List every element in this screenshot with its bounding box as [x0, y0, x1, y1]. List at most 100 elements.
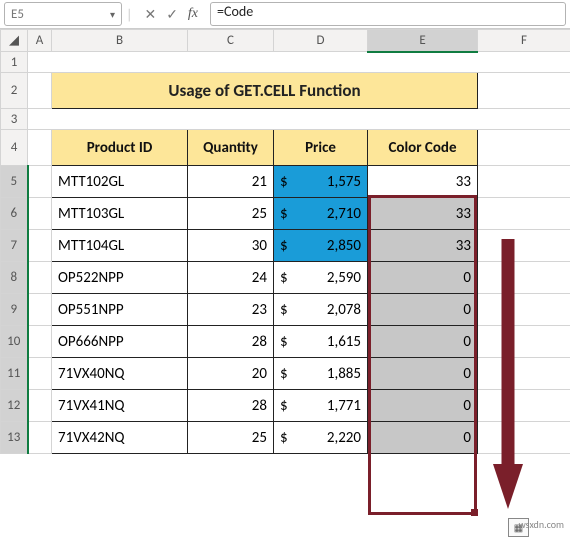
select-all-corner[interactable]: ◢ [1, 30, 28, 52]
color-code-cell[interactable]: 33 [368, 198, 478, 230]
cell[interactable] [478, 294, 570, 326]
price-cell[interactable]: $1,885 [274, 358, 368, 390]
cell[interactable] [478, 326, 570, 358]
watermark: wsxdn.com [519, 518, 564, 531]
price-cell[interactable]: $2,078 [274, 294, 368, 326]
cell[interactable] [28, 52, 570, 73]
price-cell[interactable]: $2,850 [274, 230, 368, 262]
row-header[interactable]: 7 [1, 230, 28, 262]
fill-handle[interactable] [471, 509, 478, 516]
cell[interactable] [478, 358, 570, 390]
price-cell[interactable]: $2,220 [274, 422, 368, 454]
cell[interactable] [28, 198, 52, 230]
price-value: 2,590 [327, 269, 361, 287]
cell[interactable] [28, 422, 52, 454]
price-cell[interactable]: $1,771 [274, 390, 368, 422]
product-id-cell[interactable]: OP551NPP [52, 294, 188, 326]
fx-icon[interactable]: fx [188, 6, 198, 22]
quantity-cell[interactable]: 30 [188, 230, 274, 262]
row-header[interactable]: 1 [1, 52, 28, 73]
color-code-cell[interactable]: 33 [368, 230, 478, 262]
cell[interactable] [28, 390, 52, 422]
cancel-icon[interactable]: ✕ [144, 6, 156, 23]
row-header[interactable]: 8 [1, 262, 28, 294]
table-row: 13 71VX42NQ25$2,2200 [1, 422, 570, 454]
cell[interactable] [478, 422, 570, 454]
quantity-cell[interactable]: 21 [188, 166, 274, 198]
th-product-id[interactable]: Product ID [52, 130, 188, 166]
currency-symbol: $ [280, 365, 288, 383]
price-cell[interactable]: $2,710 [274, 198, 368, 230]
table-row: 11 71VX40NQ20$1,8850 [1, 358, 570, 390]
cell[interactable] [28, 294, 52, 326]
row-header[interactable]: 13 [1, 422, 28, 454]
cell[interactable] [28, 73, 52, 109]
sheet-grid[interactable]: ◢ A B C D E F 1 2 Usage of GET.CELL Func… [0, 29, 570, 454]
chevron-down-icon[interactable]: ▾ [110, 8, 115, 21]
price-cell[interactable]: $2,590 [274, 262, 368, 294]
th-price[interactable]: Price [274, 130, 368, 166]
quantity-cell[interactable]: 23 [188, 294, 274, 326]
cell[interactable] [478, 198, 570, 230]
row-header[interactable]: 3 [1, 109, 28, 130]
product-id-cell[interactable]: MTT103GL [52, 198, 188, 230]
column-headers: ◢ A B C D E F [1, 30, 570, 52]
cell[interactable] [478, 230, 570, 262]
color-code-cell[interactable]: 0 [368, 358, 478, 390]
sheet-title[interactable]: Usage of GET.CELL Function [52, 73, 478, 109]
row-header[interactable]: 6 [1, 198, 28, 230]
row-header[interactable]: 10 [1, 326, 28, 358]
cell[interactable] [478, 262, 570, 294]
col-header-A[interactable]: A [28, 30, 52, 52]
color-code-cell[interactable]: 0 [368, 294, 478, 326]
product-id-cell[interactable]: OP666NPP [52, 326, 188, 358]
quantity-cell[interactable]: 25 [188, 198, 274, 230]
price-cell[interactable]: $1,615 [274, 326, 368, 358]
col-header-B[interactable]: B [52, 30, 188, 52]
row-header[interactable]: 11 [1, 358, 28, 390]
col-header-E[interactable]: E [368, 30, 478, 52]
cell[interactable] [478, 166, 570, 198]
color-code-cell[interactable]: 0 [368, 262, 478, 294]
quantity-cell[interactable]: 28 [188, 326, 274, 358]
cell[interactable] [28, 166, 52, 198]
col-header-F[interactable]: F [478, 30, 570, 52]
th-color-code[interactable]: Color Code [368, 130, 478, 166]
price-cell[interactable]: $1,575 [274, 166, 368, 198]
product-id-cell[interactable]: 71VX42NQ [52, 422, 188, 454]
col-header-C[interactable]: C [188, 30, 274, 52]
product-id-cell[interactable]: MTT102GL [52, 166, 188, 198]
cell[interactable] [478, 390, 570, 422]
cell[interactable] [28, 262, 52, 294]
col-header-D[interactable]: D [274, 30, 368, 52]
quantity-cell[interactable]: 20 [188, 358, 274, 390]
row-header[interactable]: 9 [1, 294, 28, 326]
cell[interactable] [28, 130, 52, 166]
product-id-cell[interactable]: MTT104GL [52, 230, 188, 262]
row-header[interactable]: 2 [1, 73, 28, 109]
name-box[interactable]: E5 ▾ [4, 2, 122, 26]
quantity-cell[interactable]: 25 [188, 422, 274, 454]
color-code-cell[interactable]: 0 [368, 326, 478, 358]
row-header[interactable]: 12 [1, 390, 28, 422]
color-code-cell[interactable]: 0 [368, 390, 478, 422]
color-code-cell[interactable]: 0 [368, 422, 478, 454]
th-quantity[interactable]: Quantity [188, 130, 274, 166]
row-header[interactable]: 4 [1, 130, 28, 166]
currency-symbol: $ [280, 173, 288, 191]
color-code-cell[interactable]: 33 [368, 166, 478, 198]
product-id-cell[interactable]: OP522NPP [52, 262, 188, 294]
cell[interactable] [28, 358, 52, 390]
quantity-cell[interactable]: 24 [188, 262, 274, 294]
quantity-cell[interactable]: 28 [188, 390, 274, 422]
cell[interactable] [478, 130, 570, 166]
cell[interactable] [28, 326, 52, 358]
product-id-cell[interactable]: 71VX41NQ [52, 390, 188, 422]
cell[interactable] [28, 109, 570, 130]
cell[interactable] [478, 73, 570, 109]
cell[interactable] [28, 230, 52, 262]
confirm-icon[interactable]: ✓ [166, 6, 178, 23]
formula-input[interactable]: =Code [210, 2, 566, 26]
row-header[interactable]: 5 [1, 166, 28, 198]
product-id-cell[interactable]: 71VX40NQ [52, 358, 188, 390]
